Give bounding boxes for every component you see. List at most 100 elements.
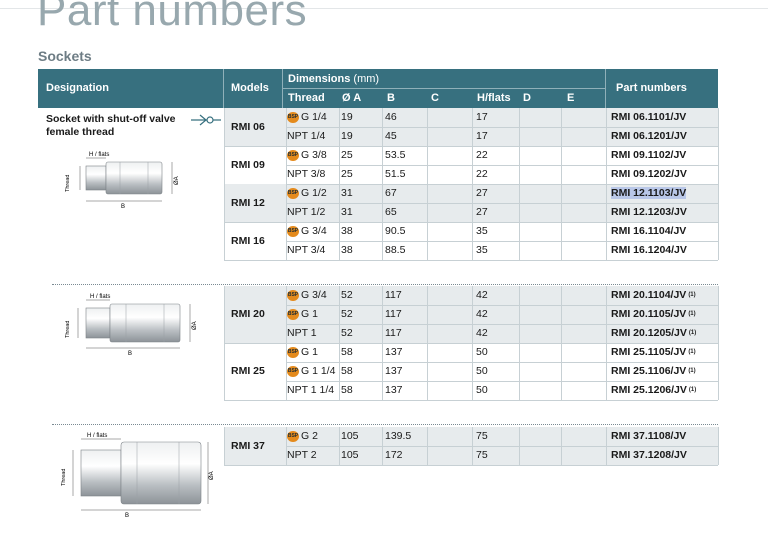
cell-a: 38 [341,244,353,256]
cell-a: 58 [341,346,353,358]
part-number-value[interactable]: RMI 06.1101/JV [611,111,686,123]
part-number-value[interactable]: RMI 06.1201/JV [611,130,687,142]
part-number-value[interactable]: RMI 12.1203/JV [611,206,687,218]
bsp-badge-icon: BSP [287,430,299,442]
cell-part-number: RMI 06.1101/JV [611,108,686,127]
model-label: RMI 37 [231,439,265,452]
cell-a: 38 [341,225,353,237]
cell-h: 17 [476,111,488,123]
cell-h: 42 [476,289,488,301]
col-divider [224,222,225,260]
cell-h: 50 [476,346,488,358]
footnote-mark: (1) [688,311,696,317]
thread-value: NPT 1/4 [287,130,326,142]
part-number-value[interactable]: RMI 09.1102/JV [611,149,686,161]
col-divider [224,184,225,222]
col-divider [224,343,225,400]
designation-line2: female thread [46,126,115,138]
header-divider [283,88,605,89]
part-number-value[interactable]: RMI 25.1106/JV [611,365,686,377]
cell-a: 58 [341,384,353,396]
cell-part-number: RMI 20.1104/JV (1) [611,286,696,305]
cell-thread: BSP G 1/4 [287,108,327,127]
part-number-value[interactable]: RMI 25.1105/JV [611,346,686,358]
part-number-value[interactable]: RMI 25.1206/JV [611,384,687,396]
part-number-value[interactable]: RMI 16.1204/JV [611,244,687,256]
part-number-value[interactable]: RMI 20.1105/JV [611,308,686,320]
label-b: B [121,204,125,210]
thread-value: G 2 [301,430,318,442]
thread-value: G 1 [301,308,318,320]
cell-b: 53.5 [385,149,406,161]
col-divider [224,146,225,184]
cell-thread: BSP G 3/4 [287,222,327,241]
header-divider [605,69,606,108]
cell-thread: NPT 1 1/4 [287,381,334,400]
footnote-mark: (1) [688,368,696,374]
header-divider [223,69,224,108]
cell-part-number: RMI 16.1104/JV [611,222,686,241]
cell-h: 35 [476,225,488,237]
col-divider [382,286,383,343]
bsp-badge-icon: BSP [287,187,299,199]
cell-h: 27 [476,206,488,218]
thread-value: G 1/4 [301,111,327,123]
part-number-value[interactable]: RMI 37.1108/JV [611,430,686,442]
col-divider [472,286,473,343]
label-hflats: H / flats [90,294,110,300]
col-divider [718,286,719,343]
bsp-badge-icon: BSP [287,149,299,161]
label-a: ØA [209,471,215,480]
part-number-value[interactable]: RMI 12.1103/JV [611,187,687,199]
cell-a: 31 [341,187,353,199]
header-e: E [567,92,575,104]
col-divider [224,427,225,465]
cell-h: 42 [476,327,488,339]
bsp-badge-icon: BSP [287,225,299,237]
cell-a: 58 [341,365,353,377]
cell-part-number: RMI 12.1103/JV [611,184,687,203]
group-separator [52,284,718,285]
cell-part-number: RMI 37.1108/JV [611,427,686,446]
cell-a: 19 [341,130,353,142]
cell-thread: BSP G 2 [287,427,318,446]
cell-thread: BSP G 1/2 [287,184,327,203]
model-label: RMI 16 [231,234,265,247]
part-number-value[interactable]: RMI 20.1205/JV [611,327,687,339]
header-part-numbers: Part numbers [616,82,687,94]
label-a: ØA [192,321,198,330]
thread-value: NPT 2 [287,449,317,461]
part-number-value[interactable]: RMI 16.1104/JV [611,225,686,237]
designation-text: Socket with shut-off valve female thread [46,113,176,139]
cell-thread: BSP G 3/8 [287,146,327,165]
col-divider [427,343,428,400]
part-number-value[interactable]: RMI 09.1202/JV [611,168,687,180]
header-hflats: H/flats [477,92,511,104]
part-number-value[interactable]: RMI 37.1208/JV [611,449,687,461]
col-divider [339,343,340,400]
col-divider [561,286,562,343]
label-hflats: H / flats [89,152,109,158]
cell-h: 22 [476,149,488,161]
cell-thread: NPT 1/2 [287,203,325,222]
thread-value: G 3/4 [301,289,327,301]
col-divider [606,343,607,400]
cell-b: 137 [385,365,403,377]
cell-part-number: RMI 25.1106/JV (1) [611,362,696,381]
cell-h: 42 [476,308,488,320]
cell-h: 22 [476,168,488,180]
cell-h: 27 [476,187,488,199]
cell-part-number: RMI 16.1204/JV [611,241,687,260]
cell-part-number: RMI 37.1208/JV [611,446,687,465]
label-thread: Thread [65,321,71,338]
thread-value: G 3/4 [301,225,327,237]
cell-b: 46 [385,111,397,123]
part-number-value[interactable]: RMI 20.1104/JV [611,289,686,301]
footnote-mark: (1) [688,349,696,355]
group-separator [52,424,718,425]
header-c: C [431,92,439,104]
socket-drawing-medium: H / flats Thread B ØA [65,294,198,357]
label-a: ØA [174,176,180,185]
cell-b: 139.5 [385,430,412,442]
thread-value: G 1/2 [301,187,327,199]
